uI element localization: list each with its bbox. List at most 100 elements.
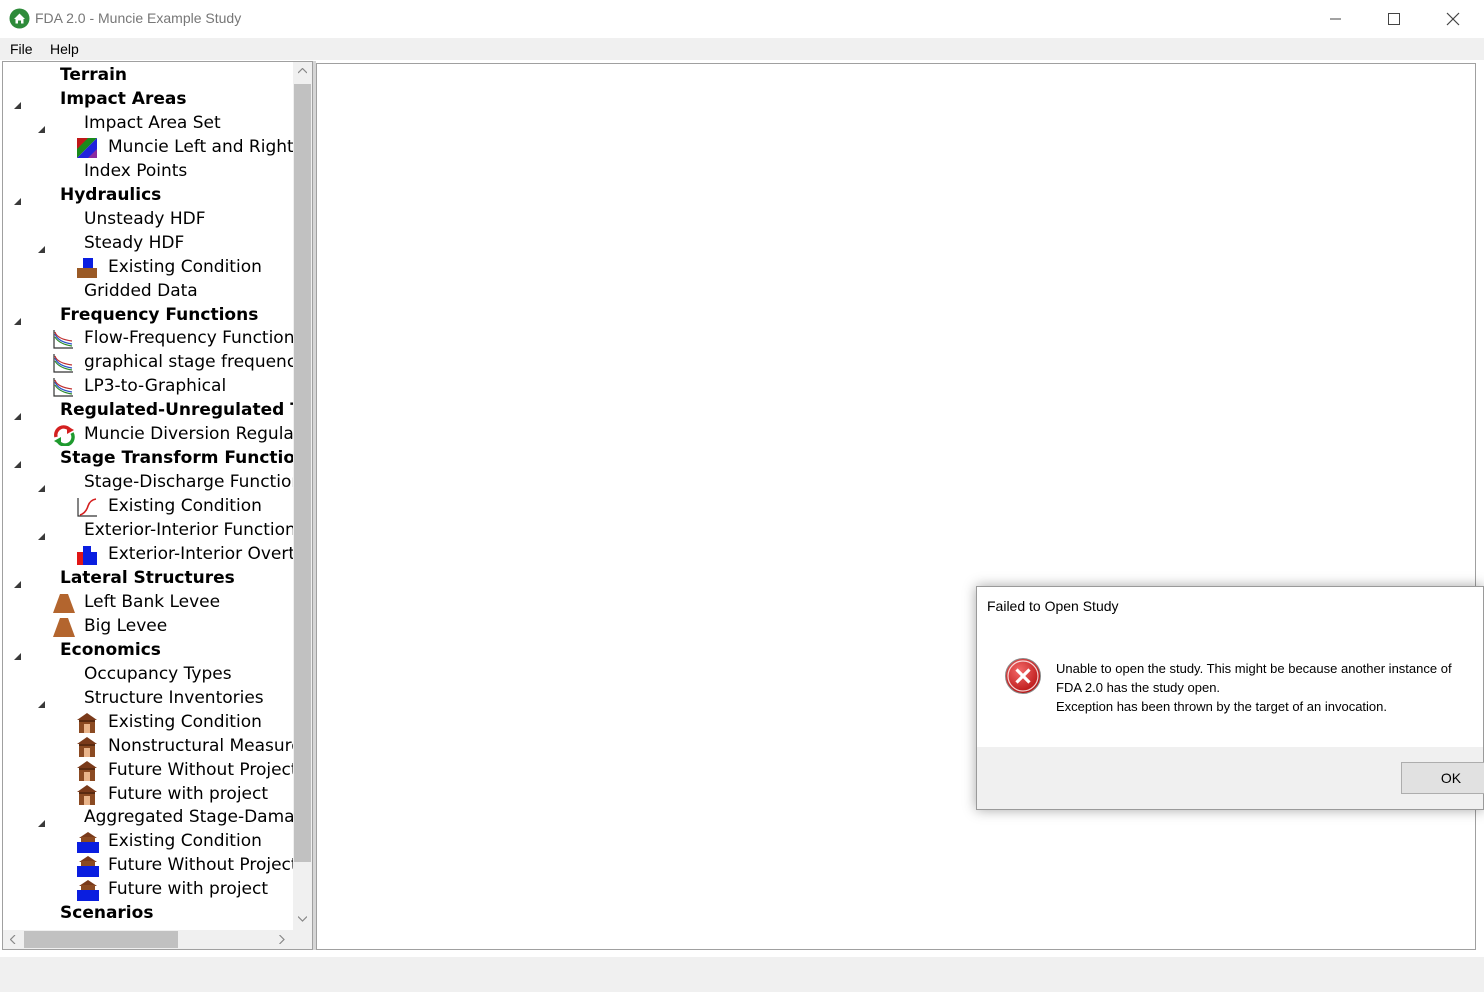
- tree-item-label: Existing Condition: [108, 711, 262, 732]
- tree-item-label: Stage-Discharge Functions: [84, 472, 293, 493]
- title-bar: FDA 2.0 - Muncie Example Study: [0, 0, 1484, 38]
- stage-damage-icon: [76, 879, 99, 902]
- tree-item-label: Economics: [60, 639, 161, 660]
- vertical-scrollbar[interactable]: [293, 62, 312, 930]
- tree-item-label: Impact Area Set: [84, 112, 221, 133]
- expand-arrow-icon[interactable]: [13, 454, 22, 469]
- frequency-curve-icon: [52, 328, 74, 350]
- regulated-transform-icon: [52, 424, 75, 447]
- tree-item[interactable]: Regulated-Unregulated Trar: [3, 399, 293, 423]
- expand-arrow-icon[interactable]: [37, 694, 46, 708]
- tree-item[interactable]: Existing Condition: [3, 495, 293, 519]
- dialog-message-line: Exception has been thrown by the target …: [1056, 699, 1387, 714]
- horizontal-scroll-thumb[interactable]: [24, 931, 178, 948]
- scroll-right-icon[interactable]: [279, 935, 285, 944]
- tree-item[interactable]: Existing Condition: [3, 711, 293, 735]
- tree-item[interactable]: Existing Condition: [3, 256, 293, 280]
- tree-item-label: Exterior-Interior Overtop: [108, 544, 293, 564]
- levee-icon: [52, 592, 75, 614]
- expand-arrow-icon[interactable]: [13, 406, 22, 421]
- expand-arrow-icon[interactable]: [37, 119, 46, 133]
- vertical-scroll-thumb[interactable]: [294, 84, 311, 862]
- tree-item-label: Terrain: [60, 65, 128, 85]
- maximize-button[interactable]: [1365, 0, 1423, 38]
- expand-arrow-icon[interactable]: [13, 574, 22, 588]
- expand-arrow-icon[interactable]: [37, 478, 46, 493]
- tree-item[interactable]: Unsteady HDF: [3, 208, 293, 232]
- tree-item[interactable]: Left Bank Levee: [3, 591, 293, 615]
- tree-item[interactable]: Future Without Project: [3, 759, 293, 783]
- tree-item[interactable]: Muncie Left and Right B: [3, 136, 293, 160]
- tree-item[interactable]: Occupancy Types: [3, 663, 293, 687]
- close-button[interactable]: [1424, 0, 1482, 38]
- levee-icon: [52, 616, 75, 638]
- tree-item[interactable]: Existing Condition: [3, 830, 293, 854]
- tree-item-label: Regulated-Unregulated Trar: [60, 400, 293, 421]
- tree-item[interactable]: Hydraulics: [3, 184, 293, 208]
- expand-arrow-icon[interactable]: [13, 95, 22, 109]
- dialog-title: Failed to Open Study: [987, 598, 1119, 614]
- expand-arrow-icon[interactable]: [13, 646, 22, 660]
- home-icon: [9, 8, 30, 29]
- scroll-down-icon[interactable]: [298, 916, 307, 922]
- tree-item[interactable]: Big Levee: [3, 615, 293, 639]
- menu-bar: File Help: [0, 38, 1484, 60]
- tree-item-label: Existing Condition: [108, 496, 262, 517]
- tree-item-label: Existing Condition: [108, 831, 262, 852]
- tree-item-label: Future Without Project: [108, 759, 293, 780]
- tree-item-label: Future with project: [108, 879, 269, 900]
- tree-item-label: Scenarios: [60, 903, 154, 924]
- scroll-left-icon[interactable]: [10, 935, 16, 944]
- tree-item[interactable]: Index Points: [3, 160, 293, 184]
- close-icon: [1446, 12, 1460, 26]
- minimize-button[interactable]: [1307, 0, 1365, 38]
- expand-arrow-icon[interactable]: [13, 191, 22, 205]
- maximize-icon: [1388, 13, 1400, 25]
- tree-item-label: Flow-Frequency Function: [84, 328, 293, 349]
- tree-item[interactable]: graphical stage frequency: [3, 351, 293, 375]
- menu-help[interactable]: Help: [50, 41, 79, 57]
- tree-item-label: Exterior-Interior Functions: [84, 520, 293, 541]
- tree-item[interactable]: Future with project: [3, 878, 293, 902]
- expand-arrow-icon[interactable]: [13, 311, 22, 325]
- tree-item[interactable]: Aggregated Stage-Damage: [3, 806, 293, 830]
- dialog-message-line: Unable to open the study. This might be …: [1056, 661, 1452, 676]
- tree-item[interactable]: Exterior-Interior Functions: [3, 519, 293, 543]
- expand-arrow-icon[interactable]: [37, 239, 46, 253]
- ok-button[interactable]: OK: [1401, 762, 1484, 794]
- tree-item-label: Big Levee: [84, 615, 168, 636]
- tree-item-label: Gridded Data: [84, 280, 198, 301]
- tree-item[interactable]: Exterior-Interior Overtop: [3, 543, 293, 567]
- tree-item-label: Muncie Left and Right B: [108, 136, 293, 157]
- tree-item[interactable]: Stage-Discharge Functions: [3, 471, 293, 495]
- tree-item[interactable]: Stage Transform Functions: [3, 447, 293, 471]
- structure-icon: [76, 760, 98, 782]
- expand-arrow-icon[interactable]: [37, 526, 46, 541]
- horizontal-scrollbar[interactable]: [3, 930, 293, 949]
- tree-item[interactable]: Economics: [3, 639, 293, 663]
- tree-item[interactable]: Structure Inventories: [3, 687, 293, 711]
- tree-item[interactable]: Lateral Structures: [3, 567, 293, 591]
- tree-item[interactable]: Impact Area Set: [3, 112, 293, 136]
- tree-item-label: Aggregated Stage-Damage: [84, 807, 293, 828]
- expand-arrow-icon[interactable]: [37, 813, 46, 828]
- tree-item[interactable]: Frequency Functions: [3, 304, 293, 328]
- tree-item[interactable]: Muncie Diversion Regulate: [3, 423, 293, 447]
- tree-item-label: LP3-to-Graphical: [84, 376, 227, 397]
- tree-item[interactable]: Scenarios: [3, 902, 293, 926]
- tree-item[interactable]: Nonstructural Measures: [3, 735, 293, 759]
- tree-item[interactable]: Terrain: [3, 64, 293, 88]
- menu-file[interactable]: File: [10, 41, 33, 57]
- tree-item[interactable]: Steady HDF: [3, 232, 293, 256]
- scroll-up-icon[interactable]: [298, 68, 307, 74]
- tree-item[interactable]: LP3-to-Graphical: [3, 375, 293, 399]
- tree-item[interactable]: Gridded Data: [3, 280, 293, 304]
- tree-item-label: Unsteady HDF: [84, 208, 206, 229]
- tree-item[interactable]: Flow-Frequency Function: [3, 327, 293, 351]
- tree-item-label: Nonstructural Measures: [108, 735, 293, 756]
- tree-item[interactable]: Impact Areas: [3, 88, 293, 112]
- tree-item[interactable]: Future with project: [3, 783, 293, 807]
- tree-item-label: Occupancy Types: [84, 663, 232, 684]
- tree-item[interactable]: Future Without Project: [3, 854, 293, 878]
- tree-item-label: Lateral Structures: [60, 567, 235, 588]
